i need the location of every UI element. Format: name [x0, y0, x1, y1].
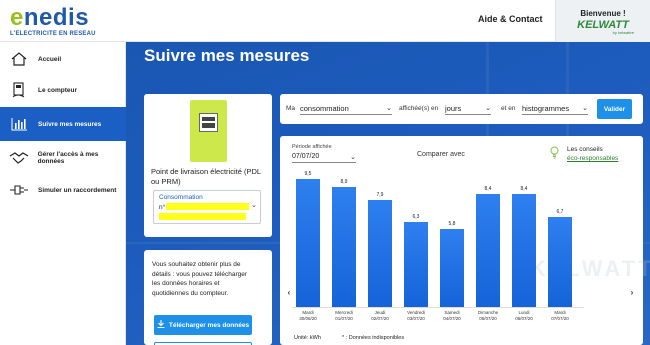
- user-welcome-box[interactable]: Bienvenue ! KELWATT by kelwattre: [555, 0, 650, 42]
- bar-value-label: 5,8: [448, 220, 456, 227]
- measure-value: consommation: [300, 104, 349, 113]
- filter-and-in: et en: [501, 105, 516, 112]
- period-select[interactable]: 07/07/20 ⌄: [292, 153, 356, 163]
- download-card: Vous souhaitez obtenir plus de détails :…: [144, 250, 272, 345]
- advice-title: Les conseils: [567, 146, 603, 153]
- linky-meter-image: [190, 100, 227, 162]
- view-select[interactable]: histogrammes ⌄: [522, 104, 588, 115]
- top-header: eenedisnedis L'ELECTRICITE EN RESEAU Aid…: [0, 0, 650, 42]
- filter-prefix: Ma: [286, 105, 296, 112]
- filter-displayed-in: affichée(s) en: [399, 105, 439, 112]
- sidebar: Accueil Le compteur Suivre mes mesures G…: [0, 42, 126, 345]
- plug-icon: [0, 184, 38, 196]
- sidebar-item-label: Le compteur: [38, 86, 78, 94]
- period-label: Période affichée: [292, 144, 332, 150]
- x-tick-label: Dimanche 05/07/20: [477, 310, 499, 321]
- chart-bar[interactable]: [476, 193, 500, 307]
- chart-bar[interactable]: [404, 221, 428, 307]
- bar-value-label: 8,4: [520, 185, 528, 192]
- help-contact-link[interactable]: Aide & Contact: [478, 14, 543, 24]
- lightbulb-icon: [550, 146, 559, 164]
- unavailable-note: * : Données indisponibles: [342, 335, 405, 341]
- sidebar-item-label: Simuler un raccordement: [38, 186, 117, 194]
- meter-screen: [199, 113, 218, 132]
- x-tick-label: Vendredi 03/07/20: [407, 310, 425, 321]
- main-content: Suivre mes mesures Point de livraison él…: [126, 42, 650, 345]
- unit-value: jours: [445, 104, 462, 113]
- chart-bar[interactable]: [440, 228, 464, 307]
- x-tick-label: Mardi 07/07/20: [551, 310, 569, 321]
- sidebar-item-compteur[interactable]: Le compteur: [0, 73, 126, 107]
- measure-select[interactable]: consommation ⌄: [300, 104, 392, 115]
- download-data-button[interactable]: Télécharger mes données: [154, 315, 252, 335]
- download-icon: [157, 320, 165, 330]
- select-label: Consommation: [159, 194, 203, 201]
- bar-value-label: 8,9: [340, 178, 348, 185]
- eco-advice[interactable]: Les conseils éco-responsables: [567, 145, 618, 163]
- meter-icon: [0, 81, 38, 99]
- compare-link[interactable]: Comparer avec: [417, 151, 465, 158]
- chevron-down-icon: ⌄: [485, 105, 491, 112]
- chevron-down-icon: ⌄: [386, 105, 392, 112]
- chevron-down-icon: ⌄: [350, 154, 356, 161]
- chart-bar[interactable]: [512, 193, 536, 307]
- unit-label: Unité: kWh: [294, 335, 321, 341]
- redaction-mark: [159, 213, 246, 220]
- house-icon: [0, 51, 38, 67]
- x-tick-label: Jeudi 02/07/20: [371, 310, 389, 321]
- logo-subtitle: L'ELECTRICITE EN RESEAU: [10, 31, 96, 37]
- download-button-label: Télécharger mes données: [168, 321, 250, 329]
- pdl-label: Point de livraison électricité (PDL ou P…: [151, 167, 261, 186]
- x-tick-label: Mercredi 01/07/20: [335, 310, 353, 321]
- next-arrow-button[interactable]: ›: [627, 288, 637, 298]
- bar-chart-icon: [0, 117, 38, 131]
- handshake-icon: [0, 151, 38, 165]
- bar-value-label: 7,9: [376, 192, 384, 199]
- x-tick-label: Mardi 30/06/20: [299, 310, 317, 321]
- select-value: n°: [159, 204, 166, 211]
- chart-baseline: [292, 307, 584, 308]
- sidebar-item-label: Suivre mes mesures: [38, 120, 102, 128]
- bar-value-label: 8,4: [484, 185, 492, 192]
- sidebar-item-mesures[interactable]: Suivre mes mesures: [0, 107, 126, 141]
- sidebar-item-accueil[interactable]: Accueil: [0, 42, 126, 76]
- validate-button[interactable]: Valider: [597, 99, 632, 119]
- enedis-logo[interactable]: eenedisnedis L'ELECTRICITE EN RESEAU: [10, 4, 96, 38]
- welcome-text: Bienvenue !: [580, 9, 626, 18]
- bar-value-label: 6,3: [412, 213, 420, 220]
- pdl-select[interactable]: Consommation n° ⌄: [153, 190, 261, 224]
- x-tick-label: Samedi 04/07/20: [443, 310, 461, 321]
- filter-bar: Ma consommation ⌄ affichée(s) en jours ⌄…: [280, 94, 643, 124]
- chevron-down-icon: ⌄: [582, 105, 588, 112]
- unit-select[interactable]: jours ⌄: [445, 104, 491, 115]
- sidebar-item-acces-donnees[interactable]: Gérer l'accès à mes données: [0, 141, 126, 175]
- chart-bar[interactable]: [296, 178, 320, 307]
- chart-card: Période affichée 07/07/20 ⌄ Comparer ave…: [280, 136, 650, 345]
- sidebar-item-label: Gérer l'accès à mes données: [37, 151, 99, 165]
- chevron-down-icon: ⌄: [251, 202, 257, 209]
- advice-link[interactable]: éco-responsables: [567, 154, 618, 163]
- brand-logo: KELWATT: [577, 19, 629, 31]
- bar-value-label: 6,7: [556, 208, 564, 215]
- logo-text: eenedisnedis: [10, 4, 90, 31]
- view-value: histogrammes: [522, 104, 570, 113]
- redaction-mark: [166, 203, 249, 210]
- period-value: 07/07/20: [292, 153, 320, 160]
- previous-arrow-button[interactable]: ‹: [284, 288, 294, 298]
- sidebar-item-label: Accueil: [38, 55, 62, 63]
- meter-card: Point de livraison électricité (PDL ou P…: [144, 94, 272, 237]
- chart-bar[interactable]: [548, 216, 572, 307]
- x-tick-label: Lundi 06/07/20: [515, 310, 533, 321]
- chart-bar[interactable]: [332, 186, 356, 307]
- bar-value-label: 9,5: [304, 170, 312, 177]
- chart-bar[interactable]: [368, 200, 392, 307]
- page-title: Suivre mes mesures: [144, 46, 310, 65]
- sidebar-item-raccordement[interactable]: Simuler un raccordement: [0, 173, 126, 207]
- download-description: Vous souhaitez obtenir plus de détails :…: [152, 261, 248, 297]
